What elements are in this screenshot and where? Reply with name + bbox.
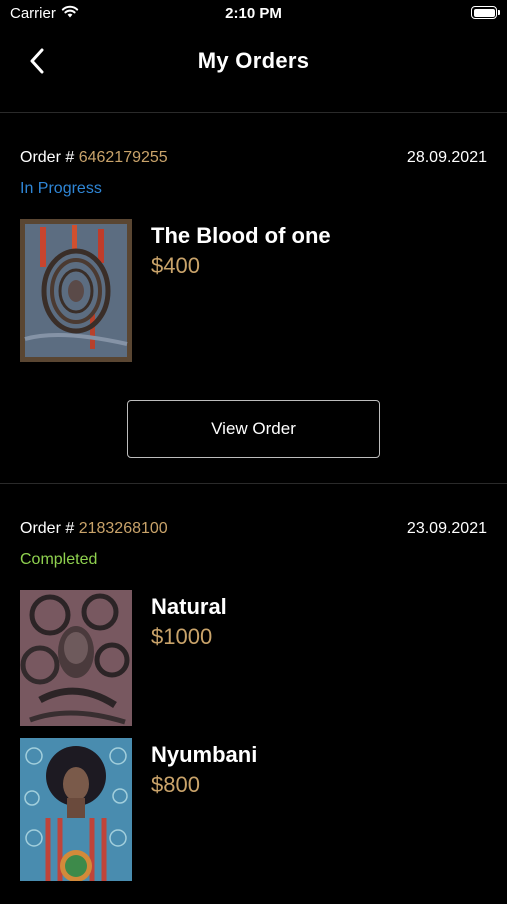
order-item[interactable]: Natural $1000 bbox=[20, 590, 490, 735]
order-number: 6462179255 bbox=[78, 149, 168, 166]
artwork-thumbnail bbox=[20, 590, 132, 733]
item-price: $800 bbox=[151, 772, 200, 797]
order-status: In Progress bbox=[20, 180, 102, 197]
item-price: $400 bbox=[151, 253, 200, 278]
order-number: 2183268100 bbox=[78, 520, 168, 537]
item-title: Nyumbani bbox=[151, 742, 258, 767]
order-card: Order # 6462179255 28.09.2021 In Progres… bbox=[0, 113, 507, 484]
order-card: Order # 2183268100 23.09.2021 Completed … bbox=[0, 484, 507, 904]
item-title: Natural bbox=[151, 594, 227, 619]
artwork-thumbnail bbox=[20, 219, 132, 362]
order-status: Completed bbox=[20, 551, 98, 568]
order-date: 23.09.2021 bbox=[406, 520, 487, 537]
status-bar: Carrier 2:10 PM bbox=[0, 0, 507, 28]
artwork-thumbnail bbox=[20, 738, 132, 881]
order-date: 28.09.2021 bbox=[406, 149, 487, 166]
item-title: The Blood of one bbox=[151, 223, 331, 248]
order-header: Order # 2183268100 23.09.2021 bbox=[20, 520, 487, 542]
status-time: 2:10 PM bbox=[225, 5, 282, 22]
page-title: My Orders bbox=[197, 48, 310, 73]
navigation-bar: My Orders bbox=[0, 28, 507, 113]
order-item[interactable]: The Blood of one $400 bbox=[20, 219, 490, 364]
battery-icon bbox=[471, 6, 500, 19]
order-label: Order # bbox=[20, 520, 75, 537]
order-item[interactable]: Nyumbani $800 bbox=[20, 738, 490, 883]
item-price: $1000 bbox=[151, 624, 213, 649]
view-order-button[interactable]: View Order bbox=[127, 400, 380, 458]
order-header: Order # 6462179255 28.09.2021 bbox=[20, 149, 487, 171]
order-label: Order # bbox=[20, 149, 75, 166]
